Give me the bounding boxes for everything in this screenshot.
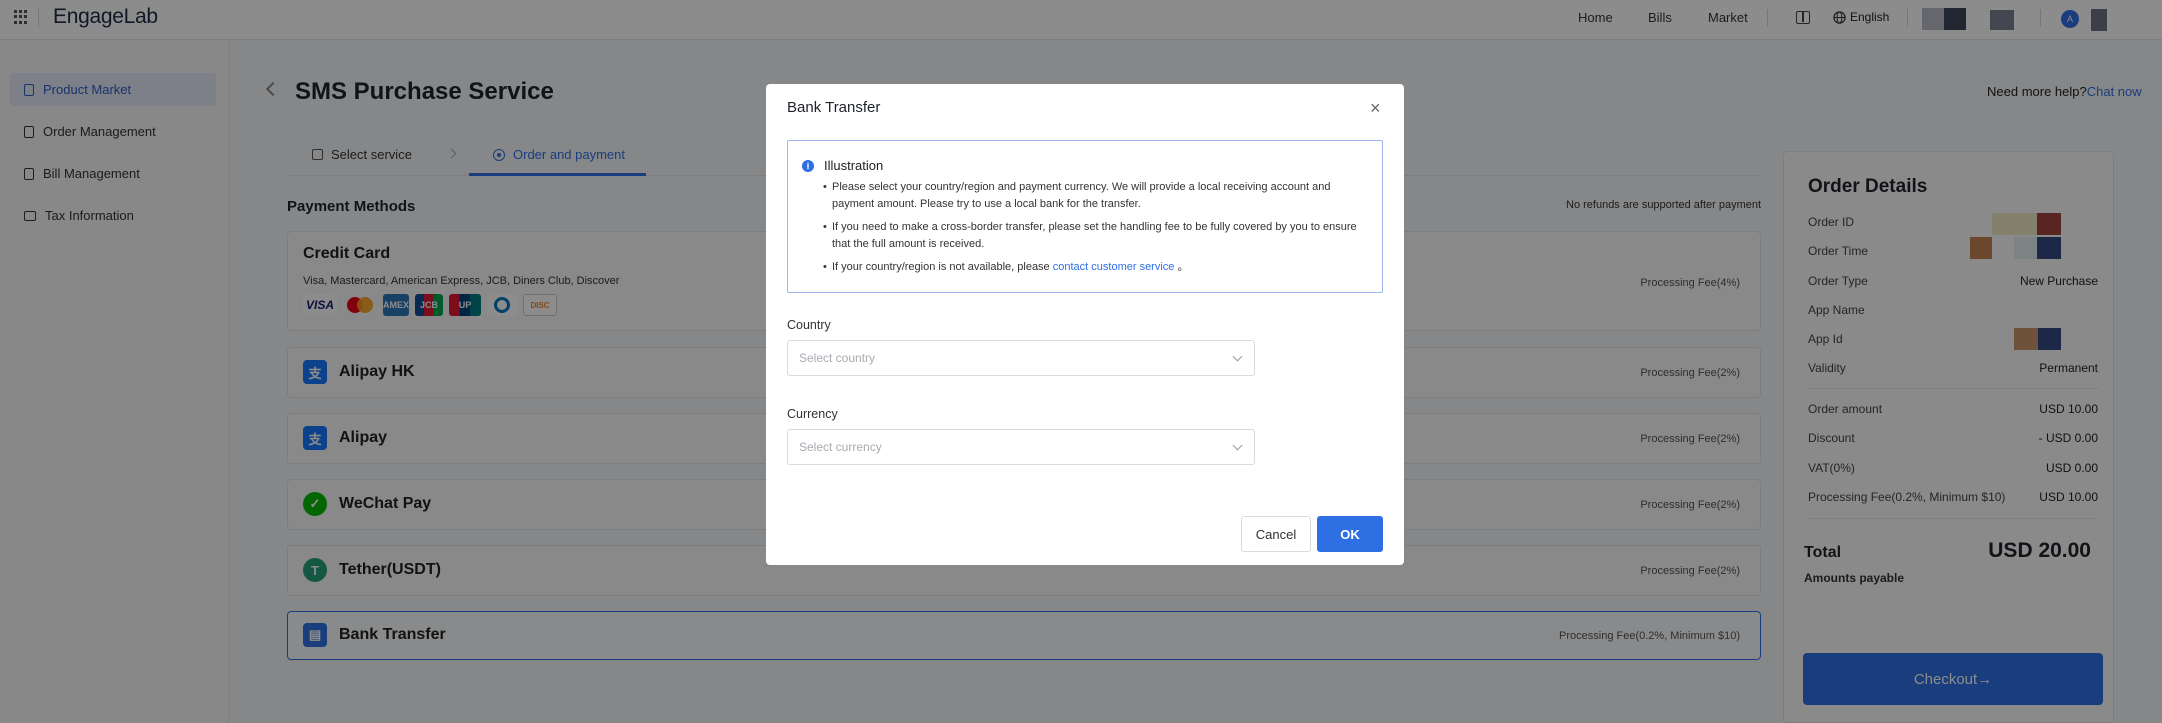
close-icon[interactable]: × [1370, 98, 1381, 119]
bullet-text: If your country/region is not available,… [832, 261, 1053, 273]
chevron-down-icon [1232, 351, 1243, 362]
currency-placeholder: Select currency [799, 440, 882, 454]
chevron-down-icon [1232, 440, 1243, 451]
currency-select[interactable]: Select currency [787, 429, 1255, 465]
cancel-button[interactable]: Cancel [1241, 516, 1311, 552]
info-icon: i [802, 160, 814, 172]
bullet-text: 。 [1174, 261, 1189, 273]
illustration-title: Illustration [824, 158, 884, 173]
dialog-title: Bank Transfer [787, 99, 881, 116]
currency-label: Currency [787, 407, 838, 421]
illustration-bullet: If you need to make a cross-border trans… [822, 219, 1370, 253]
country-select[interactable]: Select country [787, 340, 1255, 376]
illustration-box: i Illustration Please select your countr… [787, 140, 1383, 293]
country-label: Country [787, 318, 831, 332]
illustration-bullet: Please select your country/region and pa… [822, 179, 1370, 213]
illustration-bullet: If your country/region is not available,… [822, 259, 1370, 276]
country-placeholder: Select country [799, 351, 876, 365]
ok-button[interactable]: OK [1317, 516, 1383, 552]
contact-customer-service-link[interactable]: contact customer service [1053, 261, 1175, 273]
bank-transfer-dialog: Bank Transfer × i Illustration Please se… [766, 84, 1404, 565]
